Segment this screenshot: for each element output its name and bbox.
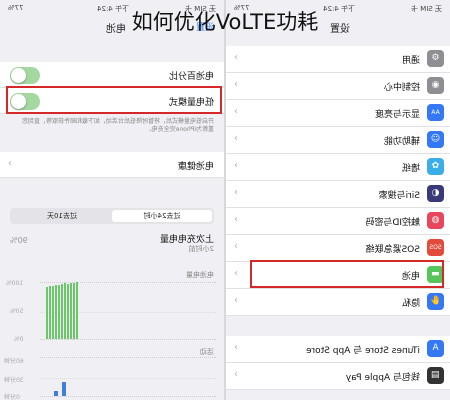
settings-item[interactable]: ◍ 触控ID与密码 › <box>226 208 450 235</box>
tick-0: 0% <box>14 336 24 343</box>
settings-item[interactable]: ⚙ 通用 › <box>226 46 450 73</box>
chevron-right-icon: › <box>8 158 12 169</box>
battery-level-header: 电池电量 <box>186 271 214 279</box>
time-range-segmented-control: 过去24小时 过去10天 <box>10 208 214 224</box>
gear-icon: ⚙ <box>427 50 444 67</box>
last-charged-time: 2小时前 <box>188 245 214 253</box>
chevron-right-icon: › <box>234 52 238 63</box>
battery-level-bar <box>55 285 57 339</box>
battery-level-bar <box>61 284 63 339</box>
settings-item-label: 隐私 <box>401 299 420 309</box>
settings-item-label: 钱包与 Apple Pay <box>345 373 420 383</box>
battery-row-highlight <box>250 260 444 288</box>
chevron-right-icon: › <box>234 369 238 380</box>
activity-bar <box>54 391 58 396</box>
settings-item-label: 辅助功能 <box>383 137 420 147</box>
low-power-note-line-1: 开启低电量模式后，将暂时降低后台活动，如下载和邮件获取等，直到您 <box>21 118 214 125</box>
settings-item[interactable]: ☺ 辅助功能 › <box>226 127 450 154</box>
control-center-icon: ◉ <box>427 77 444 94</box>
accessibility-icon: ☺ <box>427 131 444 148</box>
page-caption: 如何优化VoLTE功耗 <box>131 10 319 34</box>
chevron-right-icon: › <box>234 295 238 306</box>
chevron-right-icon: › <box>234 214 238 225</box>
settings-item[interactable]: ✿ 墙纸 › <box>226 154 450 181</box>
wallet-icon: ▤ <box>427 367 444 384</box>
tick-60m: 60分钟 <box>4 358 24 365</box>
tick-100: 100% <box>6 280 24 287</box>
siri-icon: ◐ <box>427 185 444 202</box>
wallpaper-icon: ✿ <box>427 158 444 175</box>
last-charged-value: 90% <box>10 236 28 245</box>
settings-item[interactable]: ✋ 隐私 › <box>226 289 450 316</box>
display-icon: AA <box>427 104 444 121</box>
low-power-note: 开启低电量模式后，将暂时降低后台活动，如下载和邮件获取等，直到您 重新为iPho… <box>10 118 214 134</box>
battery-percentage-toggle[interactable] <box>10 67 40 84</box>
app-store-icon: A <box>427 340 444 357</box>
battery-health-row[interactable]: 电池健康 › <box>0 152 224 178</box>
settings-item[interactable]: ▤ 钱包与 Apple Pay › <box>226 363 450 390</box>
battery-level-bar <box>76 282 78 339</box>
settings-item-label: 显示与亮度 <box>374 110 420 120</box>
battery-percentage-row: 电池百分比 <box>0 62 224 88</box>
settings-item-label: 控制中心 <box>383 83 420 93</box>
settings-item-label: 通用 <box>401 56 420 66</box>
battery-settings-panel: 无 SIM 卡 下午 4:24 77% 设置 电池 电池百分比 低电量模式 开启… <box>0 0 224 400</box>
battery-level-bar <box>58 285 60 339</box>
battery-health-label: 电池健康 <box>177 162 214 172</box>
settings-item-label: 触控ID与密码 <box>365 218 420 228</box>
low-power-note-line-2: 重新为iPhone完全充电。 <box>145 126 214 133</box>
settings-item[interactable]: ◉ 控制中心 › <box>226 73 450 100</box>
chevron-right-icon: › <box>234 342 238 353</box>
battery-level-bar <box>46 287 48 339</box>
settings-item[interactable]: ◐ Siri与搜索 › <box>226 181 450 208</box>
battery-level-bar <box>67 284 69 339</box>
tab-10d[interactable]: 过去10天 <box>12 210 112 222</box>
chevron-right-icon: › <box>234 268 238 279</box>
chevron-right-icon: › <box>234 160 238 171</box>
tick-30m: 30分钟 <box>4 377 24 384</box>
chevron-right-icon: › <box>234 79 238 90</box>
settings-item[interactable]: AiTunes Store 与 App Store › <box>226 336 450 363</box>
low-power-highlight <box>6 86 222 114</box>
activity-bar <box>62 382 66 396</box>
settings-panel: 无 SIM 卡 下午 4:24 77% 设置 ⚙ 通用 › ◉ 控制中心 › AA 显示与亮度… <box>226 0 450 400</box>
settings-item[interactable]: SOS SOS紧急联络 › <box>226 235 450 262</box>
chevron-right-icon: › <box>234 241 238 252</box>
settings-item-label: iTunes Store 与 App Store <box>306 346 420 356</box>
battery-level-bar <box>49 286 51 339</box>
tab-24h[interactable]: 过去24小时 <box>112 210 212 222</box>
battery-level-bar <box>73 283 75 339</box>
tick-0m: 0分钟 <box>4 394 20 400</box>
settings-item[interactable]: AA 显示与亮度 › <box>226 100 450 127</box>
chevron-right-icon: › <box>234 133 238 144</box>
privacy-icon: ✋ <box>427 293 444 310</box>
battery-level-bar <box>70 283 72 339</box>
settings-item-label: 墙纸 <box>401 164 420 174</box>
settings-item-label: SOS紧急联络 <box>365 245 420 255</box>
activity-header: 活动 <box>200 348 214 356</box>
battery-level-chart <box>40 282 216 340</box>
chevron-right-icon: › <box>234 106 238 117</box>
gridline <box>40 378 216 379</box>
sos-icon: SOS <box>427 239 444 256</box>
tick-50: 50% <box>10 308 24 315</box>
chevron-right-icon: › <box>234 187 238 198</box>
activity-chart <box>40 357 216 397</box>
settings-item-label: Siri与搜索 <box>378 191 420 201</box>
battery-level-bar <box>64 283 66 339</box>
battery-percentage-label: 电池百分比 <box>168 72 214 82</box>
touch-id-icon: ◍ <box>427 212 444 229</box>
battery-level-bar <box>52 286 54 339</box>
